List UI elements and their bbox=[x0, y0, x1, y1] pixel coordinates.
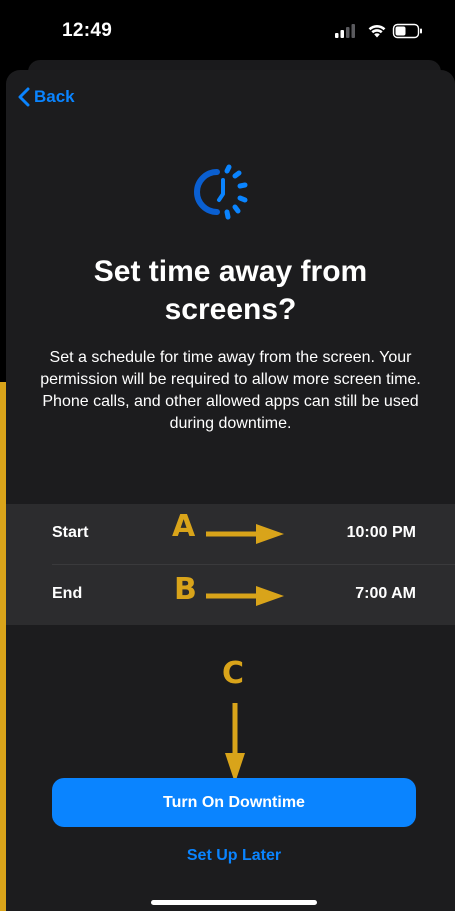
back-button[interactable]: Back bbox=[18, 87, 75, 107]
home-indicator[interactable] bbox=[151, 900, 317, 905]
status-bar: 12:49 bbox=[0, 0, 455, 64]
downtime-clock-icon bbox=[194, 164, 248, 220]
set-up-later-button[interactable]: Set Up Later bbox=[52, 847, 416, 871]
annotation-letter-a: A bbox=[172, 509, 196, 544]
annotation-letter-c: C bbox=[222, 656, 245, 691]
start-time-value: 10:00 PM bbox=[346, 524, 416, 541]
chevron-left-icon bbox=[18, 87, 30, 107]
annotation-arrow-a bbox=[206, 524, 284, 544]
end-label: End bbox=[52, 585, 83, 602]
status-time: 12:49 bbox=[62, 20, 113, 41]
page-description: Set a schedule for time away from the sc… bbox=[40, 349, 421, 432]
wifi-icon bbox=[368, 24, 386, 38]
start-label: Start bbox=[52, 524, 89, 541]
end-time-value: 7:00 AM bbox=[355, 585, 416, 602]
downtime-setup-sheet: Back Set time away from screens? Set a s… bbox=[6, 70, 455, 911]
annotation-arrow-b bbox=[206, 586, 284, 606]
annotation-letter-b: B bbox=[174, 572, 197, 607]
cellular-signal-icon bbox=[335, 24, 355, 38]
status-icons bbox=[335, 22, 425, 40]
back-button-label: Back bbox=[34, 87, 75, 106]
turn-on-downtime-button[interactable]: Turn On Downtime bbox=[52, 778, 416, 827]
page-title: Set time away from screens? bbox=[93, 255, 368, 326]
battery-icon bbox=[392, 23, 422, 39]
annotation-arrow-c bbox=[225, 703, 245, 783]
